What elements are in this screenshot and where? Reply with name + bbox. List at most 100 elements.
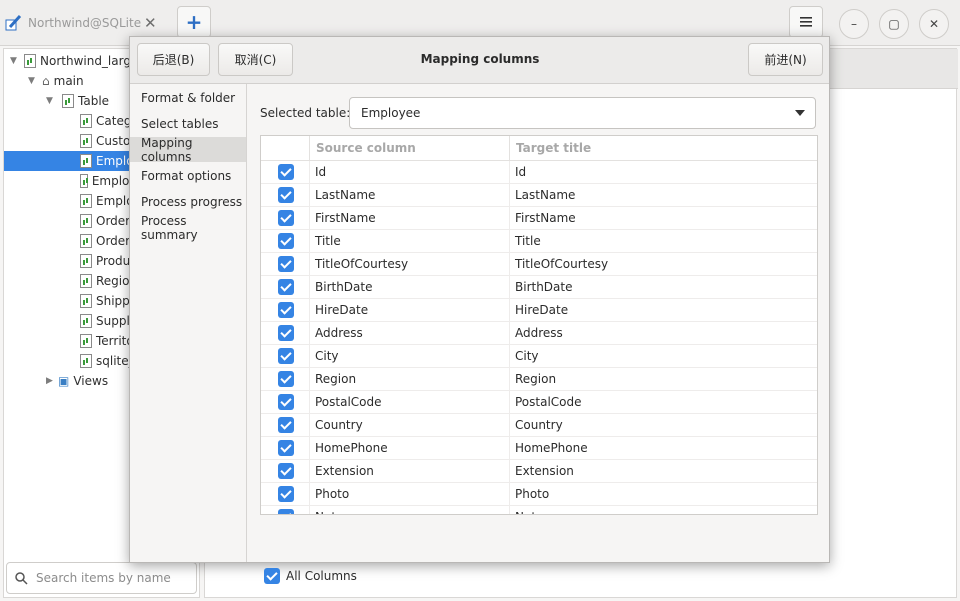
source-column-cell: Address [315, 326, 363, 340]
target-title-cell[interactable]: PostalCode [515, 395, 582, 409]
selected-table-label: Selected table: [260, 106, 351, 120]
table-row[interactable]: Address Address [261, 322, 817, 345]
row-checkbox[interactable] [278, 509, 294, 514]
tree-views-label: Views [73, 374, 109, 388]
source-column-cell: Country [315, 418, 363, 432]
table-row[interactable]: HireDate HireDate [261, 299, 817, 322]
table-icon [80, 334, 92, 348]
search-input[interactable]: Search items by name [6, 562, 197, 594]
table-row[interactable]: LastName LastName [261, 184, 817, 207]
target-title-cell[interactable]: Title [515, 234, 541, 248]
target-title-cell[interactable]: Address [515, 326, 563, 340]
wizard-steps-sidebar: Format & folder Select tables Mapping colu… [130, 84, 247, 562]
wizard-step-item[interactable]: Format options [130, 163, 246, 188]
database-file-icon [24, 54, 36, 68]
dropdown-arrow-icon [795, 110, 805, 116]
column-mapping-table: Source column Target title Id Id LastName L… [260, 135, 818, 515]
table-row[interactable]: HomePhone HomePhone [261, 437, 817, 460]
all-columns-label: All Columns [286, 569, 357, 583]
target-title-cell[interactable]: TitleOfCourtesy [515, 257, 608, 271]
row-checkbox[interactable] [278, 325, 294, 341]
target-title-cell[interactable]: Photo [515, 487, 549, 501]
row-checkbox[interactable] [278, 394, 294, 410]
target-title-cell[interactable]: HomePhone [515, 441, 588, 455]
views-icon: ▣ [58, 374, 70, 388]
wizard-step-item[interactable]: Format & folder [130, 85, 246, 110]
target-title-cell[interactable]: BirthDate [515, 280, 573, 294]
wizard-step-item[interactable]: Select tables [130, 111, 246, 136]
row-checkbox[interactable] [278, 279, 294, 295]
table-row[interactable]: PostalCode PostalCode [261, 391, 817, 414]
target-title-header[interactable]: Target title [516, 141, 591, 155]
target-title-cell[interactable]: Country [515, 418, 563, 432]
table-row[interactable]: FirstName FirstName [261, 207, 817, 230]
target-title-cell[interactable]: Id [515, 165, 526, 179]
table-row[interactable]: TitleOfCourtesy TitleOfCourtesy [261, 253, 817, 276]
row-checkbox[interactable] [278, 417, 294, 433]
source-column-cell: Region [315, 372, 357, 386]
row-checkbox[interactable] [278, 486, 294, 502]
target-title-cell[interactable]: FirstName [515, 211, 576, 225]
table-row[interactable]: Id Id [261, 161, 817, 184]
table-row[interactable]: Notes Notes [261, 506, 817, 514]
expanded-caret-icon[interactable]: ▼ [10, 56, 20, 66]
row-checkbox[interactable] [278, 371, 294, 387]
row-checkbox[interactable] [278, 187, 294, 203]
source-column-header[interactable]: Source column [316, 141, 416, 155]
table-row[interactable]: City City [261, 345, 817, 368]
table-icon [80, 134, 92, 148]
table-header: Source column Target title [261, 136, 817, 161]
wizard-step-item[interactable]: Process summary [130, 214, 246, 242]
target-title-cell[interactable]: City [515, 349, 539, 363]
back-button[interactable]: 后退(B) [137, 43, 210, 76]
target-title-cell[interactable]: LastName [515, 188, 575, 202]
dialog-title: Mapping columns [420, 52, 540, 66]
table-row[interactable]: Title Title [261, 230, 817, 253]
all-columns-checkbox[interactable]: All Columns [264, 568, 357, 584]
tree-db-label: Northwind_large [40, 54, 139, 68]
close-tab-icon[interactable]: ✕ [144, 14, 157, 32]
expanded-caret-icon[interactable]: ▼ [46, 96, 56, 106]
target-title-cell[interactable]: Region [515, 372, 556, 386]
expanded-caret-icon[interactable]: ▼ [28, 76, 38, 86]
source-column-cell: City [315, 349, 339, 363]
row-checkbox[interactable] [278, 302, 294, 318]
target-title-cell[interactable]: HireDate [515, 303, 568, 317]
hamburger-menu-button[interactable] [789, 6, 823, 38]
maximize-button[interactable]: ▢ [879, 9, 909, 39]
wizard-step-item[interactable]: Process progress [130, 189, 246, 214]
row-checkbox[interactable] [278, 463, 294, 479]
collapsed-caret-icon[interactable]: ▶ [46, 376, 56, 386]
row-checkbox[interactable] [278, 348, 294, 364]
source-column-cell: BirthDate [315, 280, 373, 294]
row-checkbox[interactable] [278, 256, 294, 272]
target-title-cell[interactable]: Extension [515, 464, 574, 478]
connection-tab[interactable]: Northwind@SQLite ✕ [4, 6, 170, 40]
tree-schema-label: main [53, 74, 84, 88]
source-column-cell: FirstName [315, 211, 376, 225]
close-window-button[interactable]: ✕ [919, 9, 949, 39]
next-button[interactable]: 前进(N) [748, 43, 823, 76]
row-checkbox[interactable] [278, 440, 294, 456]
minimize-button[interactable]: – [839, 9, 869, 39]
table-row[interactable]: Country Country [261, 414, 817, 437]
table-row[interactable]: Region Region [261, 368, 817, 391]
table-icon [80, 214, 92, 228]
table-row[interactable]: BirthDate BirthDate [261, 276, 817, 299]
row-checkbox[interactable] [278, 164, 294, 180]
checkbox-checked-icon[interactable] [264, 568, 280, 584]
table-row[interactable]: Photo Photo [261, 483, 817, 506]
table-row[interactable]: Extension Extension [261, 460, 817, 483]
source-column-cell: PostalCode [315, 395, 382, 409]
cancel-button[interactable]: 取消(C) [218, 43, 293, 76]
row-checkbox[interactable] [278, 233, 294, 249]
table-icon [80, 154, 92, 168]
row-checkbox[interactable] [278, 210, 294, 226]
source-column-cell: Notes [315, 510, 350, 514]
search-icon [15, 571, 28, 585]
wizard-step-item[interactable]: Mapping columns [130, 136, 246, 164]
source-column-cell: HireDate [315, 303, 369, 317]
target-title-cell[interactable]: Notes [515, 510, 550, 514]
selected-table-dropdown[interactable]: Employee [349, 97, 816, 129]
add-tab-button[interactable]: + [177, 6, 211, 38]
